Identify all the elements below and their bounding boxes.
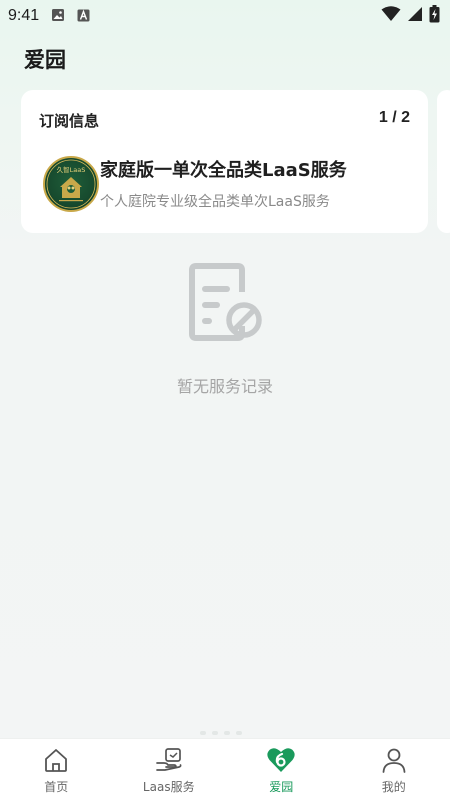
wifi-icon [381, 6, 401, 26]
service-title: 家庭版一单次全品类LaaS服务 [100, 160, 347, 181]
nav-label-garden: 爱园 [269, 780, 294, 794]
card-label: 订阅信息 [39, 112, 100, 130]
image-icon [51, 7, 65, 26]
empty-state-text: 暂无服务记录 [176, 377, 273, 396]
page-dot [200, 731, 206, 735]
no-record-document-icon [188, 262, 264, 346]
nav-label-mine: 我的 [381, 780, 406, 794]
status-right-icons [381, 5, 440, 27]
home-icon [42, 745, 70, 775]
status-left-icons [51, 7, 90, 26]
page-indicator [200, 731, 242, 735]
page-dot [212, 731, 218, 735]
card-pager: 1 / 2 [378, 109, 410, 126]
nav-label-home: 首页 [44, 780, 69, 794]
page-dot [236, 731, 242, 735]
nav-item-garden[interactable]: 爱园 [225, 739, 338, 800]
garden-heart-icon [266, 745, 296, 775]
battery-charging-icon [429, 5, 440, 27]
logo-text: 久智LaaS [57, 165, 86, 174]
status-bar: 9:41 [0, 0, 450, 32]
person-icon [380, 745, 408, 775]
nav-item-home[interactable]: 首页 [0, 739, 113, 800]
nav-label-laas-service: Laas服务 [142, 780, 195, 794]
status-time: 9:41 [8, 7, 40, 24]
signal-icon [407, 6, 423, 26]
service-subtitle: 个人庭院专业级全品类单次LaaS服务 [100, 194, 330, 210]
next-card-peek[interactable] [437, 90, 450, 233]
page-title: 爱园 [24, 48, 66, 72]
font-a-icon [77, 7, 90, 26]
page-dot [224, 731, 230, 735]
nav-item-laas-service[interactable]: Laas服务 [113, 739, 226, 800]
hand-service-icon [154, 745, 184, 775]
bottom-nav: 首页 Laas服务 爱园 我的 [0, 738, 450, 800]
service-logo: 久智LaaS [43, 156, 99, 212]
nav-item-mine[interactable]: 我的 [338, 739, 450, 800]
